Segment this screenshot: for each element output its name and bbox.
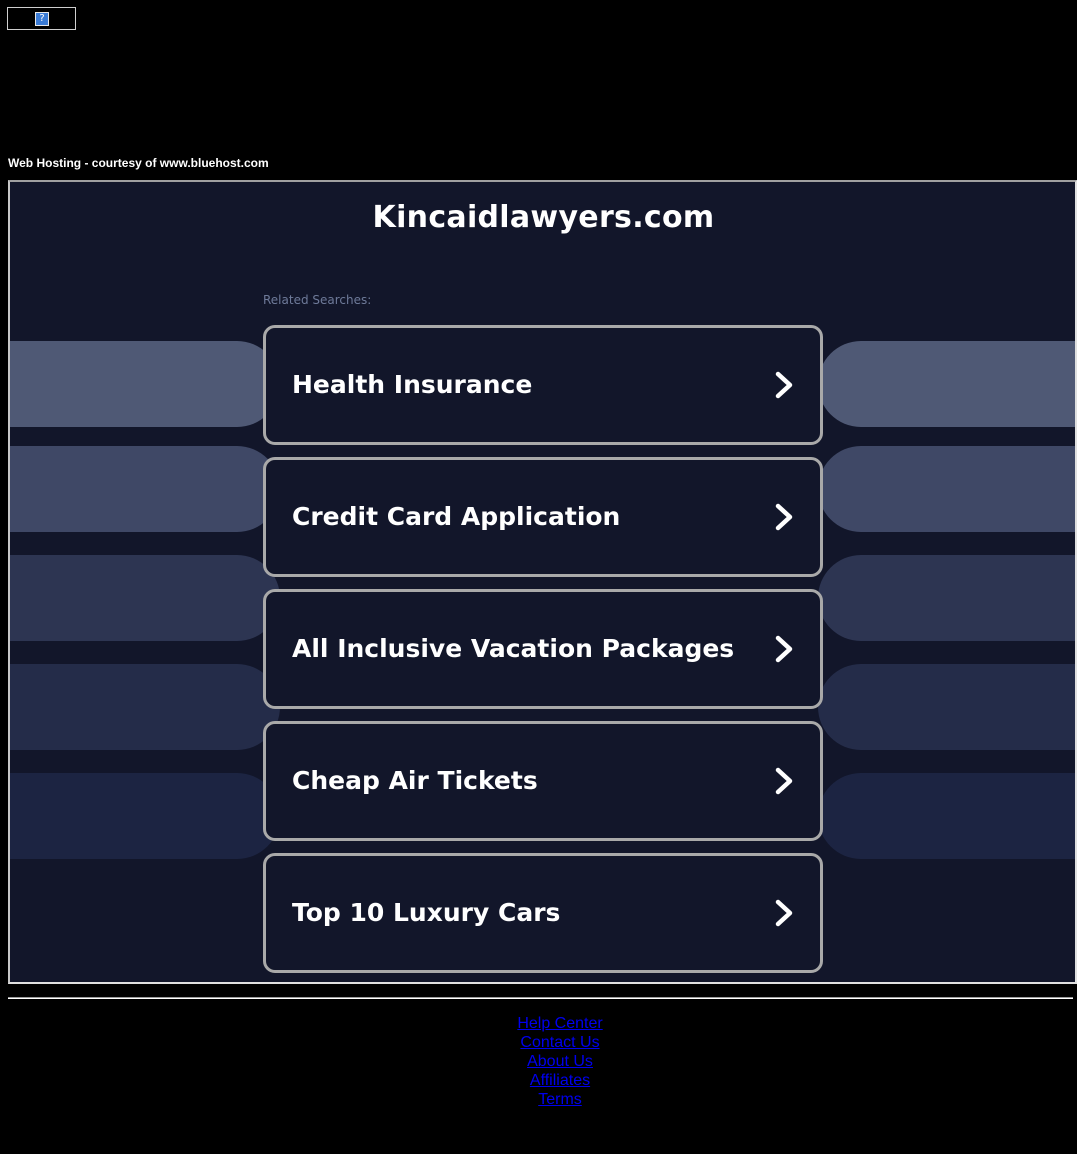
broken-image-icon: ? [35, 12, 49, 26]
search-link-label: Top 10 Luxury Cars [292, 898, 561, 927]
about-us-link[interactable]: About Us [0, 1052, 1077, 1071]
decorative-pill [10, 446, 280, 532]
decorative-pill [10, 773, 280, 859]
search-link-label: Cheap Air Tickets [292, 766, 538, 795]
ad-placeholder[interactable]: ? [7, 7, 76, 30]
chevron-right-icon [775, 899, 793, 927]
search-link-all-inclusive-vacation-packages[interactable]: All Inclusive Vacation Packages [263, 589, 823, 709]
search-link-top-10-luxury-cars[interactable]: Top 10 Luxury Cars [263, 853, 823, 973]
footer-divider [8, 997, 1073, 999]
search-link-label: All Inclusive Vacation Packages [292, 634, 735, 663]
search-link-label: Credit Card Application [292, 502, 621, 531]
decorative-pill [818, 341, 1075, 427]
terms-link[interactable]: Terms [0, 1090, 1077, 1109]
decorative-pill [818, 773, 1075, 859]
chevron-right-icon [775, 767, 793, 795]
decorative-pill [818, 446, 1075, 532]
site-title: Kincaidlawyers.com [372, 200, 715, 235]
chevron-right-icon [775, 503, 793, 531]
decorative-pill [818, 664, 1075, 750]
parked-domain-frame: Kincaidlawyers.com Related Searches: Hea… [8, 180, 1077, 984]
related-searches-label: Related Searches: [263, 293, 372, 307]
chevron-right-icon [775, 371, 793, 399]
decorative-pill [10, 341, 280, 427]
search-link-label: Health Insurance [292, 370, 533, 399]
help-center-link[interactable]: Help Center [0, 1014, 1077, 1033]
affiliates-link[interactable]: Affiliates [0, 1071, 1077, 1090]
page: ? Web Hosting - courtesy of www.bluehost… [0, 0, 1077, 1154]
footer-links: Help Center Contact Us About Us Affiliat… [0, 1014, 1077, 1109]
search-link-credit-card-application[interactable]: Credit Card Application [263, 457, 823, 577]
search-link-health-insurance[interactable]: Health Insurance [263, 325, 823, 445]
search-link-cheap-air-tickets[interactable]: Cheap Air Tickets [263, 721, 823, 841]
hosting-note: Web Hosting - courtesy of www.bluehost.c… [8, 156, 269, 170]
decorative-pill [10, 555, 280, 641]
decorative-pill [818, 555, 1075, 641]
decorative-pill [10, 664, 280, 750]
contact-us-link[interactable]: Contact Us [0, 1033, 1077, 1052]
chevron-right-icon [775, 635, 793, 663]
